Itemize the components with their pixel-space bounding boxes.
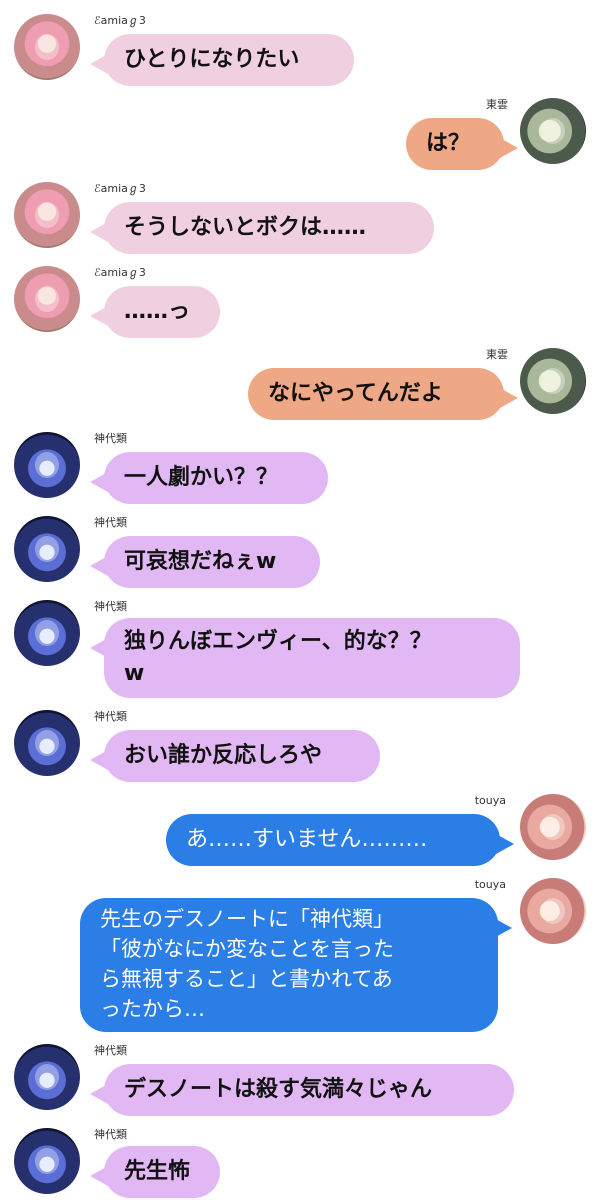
sender-name: ℰamiaℊ3 bbox=[94, 14, 146, 27]
message-bubble: ……っ bbox=[90, 286, 220, 338]
message-text: 先生怖 bbox=[124, 1159, 191, 1184]
message-text-line: ら無視すること」と書かれてあ bbox=[100, 967, 393, 991]
message-text: なにやってんだよ bbox=[268, 381, 443, 406]
sender-name: 神代類 bbox=[94, 1128, 127, 1141]
avatar-face bbox=[35, 34, 59, 60]
avatar-face bbox=[35, 452, 59, 478]
message-text: 一人劇かい？？ bbox=[124, 465, 279, 490]
sender-name: ℰamiaℊ3 bbox=[94, 266, 146, 279]
avatar-face bbox=[35, 620, 59, 646]
avatar-face bbox=[35, 1064, 59, 1090]
sender-name: 神代類 bbox=[94, 600, 127, 613]
message-bubble: あ……すいません……… bbox=[166, 814, 514, 866]
avatar-kamishiro[interactable] bbox=[14, 516, 80, 582]
message-text: は？ bbox=[426, 131, 471, 156]
message-text-line: 先生のデスノートに「神代類」 bbox=[100, 907, 394, 931]
avatar-kamishiro[interactable] bbox=[14, 600, 80, 666]
message-text-line: w bbox=[124, 661, 145, 686]
message-bubble: 先生怖 bbox=[90, 1146, 220, 1198]
sender-name: 東雲 bbox=[486, 348, 508, 361]
avatar-face bbox=[35, 1148, 59, 1174]
sender-name: 東雲 bbox=[486, 98, 508, 111]
message-text: 可哀想だねぇw bbox=[124, 549, 277, 574]
sender-name: touya bbox=[474, 794, 506, 807]
avatar-kamishiro[interactable] bbox=[14, 1044, 80, 1110]
avatar-face bbox=[541, 368, 565, 394]
message-bubble: なにやってんだよ bbox=[248, 368, 518, 420]
message-text: おい誰か反応しろや bbox=[124, 743, 323, 768]
message-bubble: おい誰か反応しろや bbox=[90, 730, 380, 782]
message-text-line: 「彼がなにか変なことを言った bbox=[100, 937, 394, 961]
sender-name: 神代類 bbox=[94, 432, 127, 445]
message-text: そうしないとボクは…… bbox=[124, 215, 367, 240]
message-bubble: 一人劇かい？？ bbox=[90, 452, 328, 504]
avatar-face bbox=[35, 730, 59, 756]
message-bubble: は？ bbox=[406, 118, 518, 170]
message-bubble: そうしないとボクは…… bbox=[90, 202, 434, 254]
sender-name: touya bbox=[474, 878, 506, 891]
sender-name: 神代類 bbox=[94, 1044, 127, 1057]
avatar-face bbox=[541, 898, 565, 924]
avatar-face bbox=[35, 286, 59, 312]
message-text-line: ったから… bbox=[100, 997, 205, 1021]
avatar-shinonome[interactable] bbox=[520, 348, 586, 414]
avatar-amia[interactable] bbox=[14, 14, 80, 80]
message-text: デスノートは殺す気満々じゃん bbox=[124, 1077, 433, 1102]
avatar-face bbox=[35, 536, 59, 562]
avatar-amia[interactable] bbox=[14, 266, 80, 332]
avatar-shinonome[interactable] bbox=[520, 98, 586, 164]
avatar-face bbox=[541, 118, 565, 144]
sender-name: ℰamiaℊ3 bbox=[94, 182, 146, 195]
avatar-kamishiro[interactable] bbox=[14, 432, 80, 498]
avatar-kamishiro[interactable] bbox=[14, 1128, 80, 1194]
message-bubble: 独りんぼエンヴィー、的な？？ w bbox=[90, 618, 520, 698]
message-bubble: ひとりになりたい bbox=[90, 34, 354, 86]
message-bubble: デスノートは殺す気満々じゃん bbox=[90, 1064, 514, 1116]
avatar-kamishiro[interactable] bbox=[14, 710, 80, 776]
message-text-line: 独りんぼエンヴィー、的な？？ bbox=[124, 629, 432, 654]
sender-name: 神代類 bbox=[94, 710, 127, 723]
sender-name: 神代類 bbox=[94, 516, 127, 529]
message-bubble: 可哀想だねぇw bbox=[90, 536, 320, 588]
avatar-face bbox=[541, 814, 565, 840]
message-text: ひとりになりたい bbox=[124, 47, 300, 72]
message-text: あ……すいません……… bbox=[186, 827, 428, 852]
avatar-face bbox=[35, 202, 59, 228]
message-text: ……っ bbox=[124, 299, 191, 324]
avatar-touya[interactable] bbox=[520, 794, 586, 860]
avatar-amia[interactable] bbox=[14, 182, 80, 248]
avatar-touya[interactable] bbox=[520, 878, 586, 944]
message-bubble: 先生のデスノートに「神代類」 「彼がなにか変なことを言った ら無視すること」と書… bbox=[80, 898, 512, 1032]
